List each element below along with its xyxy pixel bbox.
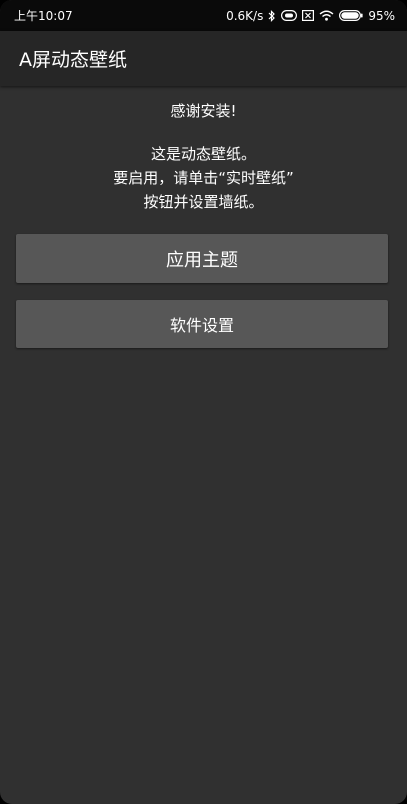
battery-icon [339, 10, 363, 21]
status-bar: 上午10:07 0.6K/s 95% [0, 0, 407, 31]
status-icons: 0.6K/s 95% [226, 9, 395, 23]
app-bar: A屏动态壁纸 [0, 31, 407, 86]
phone-screen: 上午10:07 0.6K/s 95% A屏动态壁纸 感谢安装! 这是动态壁纸。 … [0, 0, 407, 804]
description-line-3: 按钮并设置墙纸。 [143, 193, 264, 211]
battery-percent: 95% [368, 8, 395, 23]
settings-button[interactable]: 软件设置 [16, 300, 388, 348]
description-line-2: 要启用，请单击“实时壁纸” [113, 169, 294, 187]
sim-icon [281, 10, 298, 21]
thanks-message: 感谢安装! [170, 102, 237, 120]
main-content: 感谢安装! 这是动态壁纸。 要启用，请单击“实时壁纸” 按钮并设置墙纸。 应用主… [0, 86, 407, 348]
description: 这是动态壁纸。 要启用，请单击“实时壁纸” 按钮并设置墙纸。 [0, 142, 407, 214]
description-line-1: 这是动态壁纸。 [150, 145, 256, 163]
apply-theme-button[interactable]: 应用主题 [16, 234, 388, 283]
app-title: A屏动态壁纸 [19, 49, 127, 71]
status-time: 上午10:07 [14, 9, 73, 23]
net-speed: 0.6K/s [226, 8, 264, 23]
wifi-icon [319, 10, 334, 21]
sim-disabled-icon [302, 10, 315, 21]
bluetooth-icon [268, 9, 276, 22]
